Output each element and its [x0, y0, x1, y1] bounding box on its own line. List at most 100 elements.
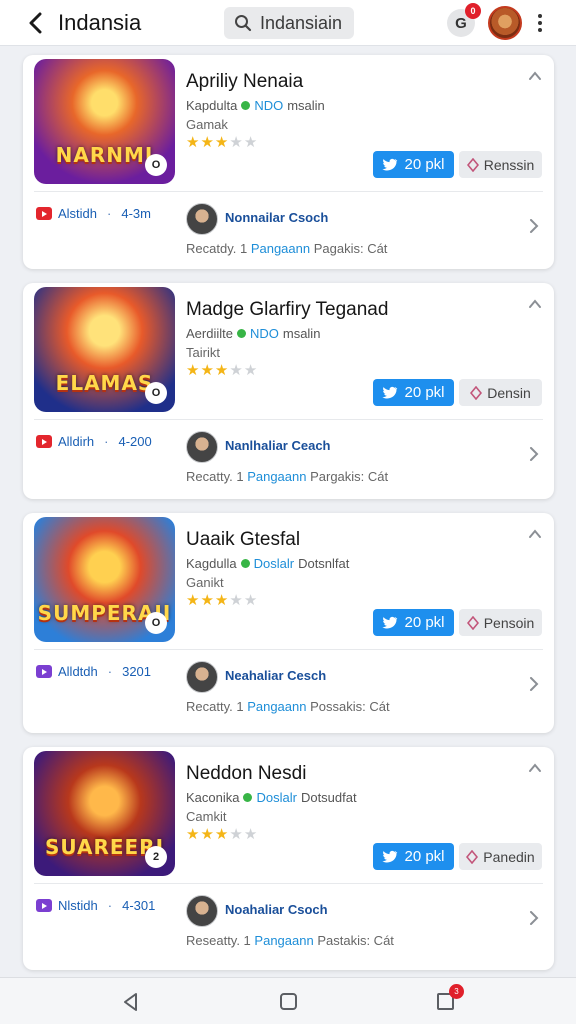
footer-link[interactable]: Pangaann	[247, 699, 306, 714]
footer-link[interactable]: Pangaann	[254, 933, 313, 948]
star-icon: ★	[200, 826, 215, 843]
meta-highlight[interactable]: NDO	[250, 326, 279, 341]
star-icon: ★	[229, 362, 244, 379]
rating-stars: ★★★★★	[186, 825, 258, 843]
meta-suffix: msalin	[282, 326, 321, 341]
chevron-right-icon[interactable]	[528, 219, 540, 233]
author-avatar[interactable]	[186, 203, 218, 235]
rating-stars: ★★★★★	[186, 361, 258, 379]
app-meta: Kapdulta NDO msalin	[186, 98, 325, 113]
chevron-right-icon[interactable]	[528, 911, 540, 925]
diamond-icon	[466, 849, 479, 864]
app-thumbnail[interactable]: SUAREERI 2	[34, 751, 175, 876]
meta-highlight[interactable]: Doslalr	[256, 790, 296, 805]
app-card[interactable]: SUAREERI 2 Neddon Nesdi Kaconika Doslalr Dots…	[23, 747, 554, 970]
save-button[interactable]: Densin	[459, 379, 542, 406]
app-card[interactable]: NARNMI O Apriliy Nenaia Kapdulta NDO msalin Ga…	[23, 55, 554, 269]
meta-highlight[interactable]: NDO	[254, 98, 283, 113]
star-icon: ★	[186, 592, 201, 609]
video-play-icon[interactable]: 2	[145, 846, 167, 868]
separator-dot: ·	[107, 664, 113, 679]
star-icon: ★	[214, 826, 230, 843]
share-button[interactable]: 20 pkl	[373, 151, 454, 178]
card-divider	[34, 649, 543, 650]
save-button[interactable]: Renssin	[459, 151, 542, 178]
twitter-bird-icon	[382, 386, 398, 399]
nav-recent-icon[interactable]: 3	[437, 984, 464, 1010]
source-link[interactable]: Nlstidh · 4-301	[36, 898, 155, 913]
top-app-bar: Indansia Indansiain G 0	[0, 0, 576, 46]
diamond-icon	[466, 157, 479, 172]
star-icon: ★	[186, 134, 201, 151]
video-play-icon[interactable]: O	[145, 382, 167, 404]
app-card[interactable]: SUMPERAII O Uaaik Gtesfal Kagdulla Doslalr Do…	[23, 513, 554, 733]
meta-highlight[interactable]: Doslalr	[254, 556, 294, 571]
footer-suffix: Pagakis: Cát	[313, 241, 388, 256]
star-icon: ★	[200, 592, 215, 609]
app-thumbnail[interactable]: NARNMI O	[34, 59, 175, 184]
app-title[interactable]: Madge Glarfiry Teganad	[186, 299, 388, 321]
video-play-icon[interactable]: O	[145, 612, 167, 634]
user-avatar[interactable]	[488, 6, 522, 40]
source-link[interactable]: Alldirh · 4-200	[36, 434, 152, 449]
chevron-up-icon[interactable]	[528, 527, 542, 541]
chevron-right-icon[interactable]	[528, 677, 540, 691]
source-name: Nlstidh	[58, 898, 98, 913]
page-title: Indansia	[58, 10, 142, 35]
chevron-up-icon[interactable]	[528, 761, 542, 775]
footer-prefix: Recatdy. 1	[186, 241, 248, 256]
share-button[interactable]: 20 pkl	[373, 609, 454, 636]
app-subtitle: Ganikt	[186, 575, 224, 590]
save-button-label: Pensoin	[483, 614, 535, 631]
card-footer: Recatdy. 1 Pangaann Pagakis: Cát	[186, 241, 387, 256]
app-title[interactable]: Apriliy Nenaia	[186, 71, 303, 93]
search-input[interactable]: Indansiain	[224, 7, 354, 39]
more-vertical-icon[interactable]	[532, 11, 548, 35]
notification-button[interactable]: G 0	[447, 3, 481, 37]
save-button[interactable]: Pensoin	[459, 609, 542, 636]
diamond-icon	[470, 385, 483, 400]
source-link[interactable]: Alstidh · 4-3m	[36, 206, 151, 221]
source-name: Alstidh	[58, 206, 98, 221]
app-card[interactable]: ELAMAS O Madge Glarfiry Teganad Aerdiilte ND…	[23, 283, 554, 499]
star-icon: ★	[186, 362, 201, 379]
footer-prefix: Recatty. 1	[186, 469, 244, 484]
meta-suffix: Dotsnlfat	[298, 556, 350, 571]
save-button-label: Renssin	[483, 156, 535, 173]
twitter-bird-icon	[382, 158, 398, 171]
chevron-up-icon[interactable]	[528, 297, 542, 311]
save-button[interactable]: Panedin	[459, 843, 542, 870]
author-name[interactable]: Nonnailar Csoch	[225, 210, 328, 225]
app-meta: Kagdulla Doslalr Dotsnlfat	[186, 556, 349, 571]
app-meta: Aerdiilte NDO msalin	[186, 326, 320, 341]
status-dot-icon	[241, 101, 251, 110]
share-button-label: 20 pkl	[404, 614, 445, 631]
app-title[interactable]: Uaaik Gtesfal	[186, 529, 300, 551]
author-name[interactable]: Nanlhaliar Ceach	[225, 438, 331, 453]
app-title[interactable]: Neddon Nesdi	[186, 763, 306, 785]
footer-link[interactable]: Pangaann	[247, 469, 306, 484]
chevron-up-icon[interactable]	[528, 69, 542, 83]
app-subtitle: Tairikt	[186, 345, 220, 360]
source-link[interactable]: Alldtdh · 3201	[36, 664, 151, 679]
app-thumbnail[interactable]: SUMPERAII O	[34, 517, 175, 642]
author-avatar[interactable]	[186, 895, 218, 927]
recent-badge: 3	[449, 984, 464, 999]
author-avatar[interactable]	[186, 431, 218, 463]
card-divider	[34, 419, 543, 420]
author-name[interactable]: Neahaliar Cesch	[225, 668, 326, 683]
source-time: 4-3m	[121, 206, 151, 221]
author-avatar[interactable]	[186, 661, 218, 693]
author-name[interactable]: Noahaliar Csoch	[225, 902, 328, 917]
status-dot-icon	[236, 329, 246, 338]
video-play-icon[interactable]: O	[145, 154, 167, 176]
app-thumbnail[interactable]: ELAMAS O	[34, 287, 175, 412]
share-button[interactable]: 20 pkl	[373, 843, 454, 870]
back-arrow-icon[interactable]	[22, 9, 50, 37]
nav-home-icon[interactable]	[280, 993, 297, 1010]
chevron-right-icon[interactable]	[528, 447, 540, 461]
nav-back-icon[interactable]	[122, 992, 140, 1012]
meta-prefix: Kapdulta	[186, 98, 238, 113]
share-button[interactable]: 20 pkl	[373, 379, 454, 406]
footer-link[interactable]: Pangaann	[251, 241, 310, 256]
